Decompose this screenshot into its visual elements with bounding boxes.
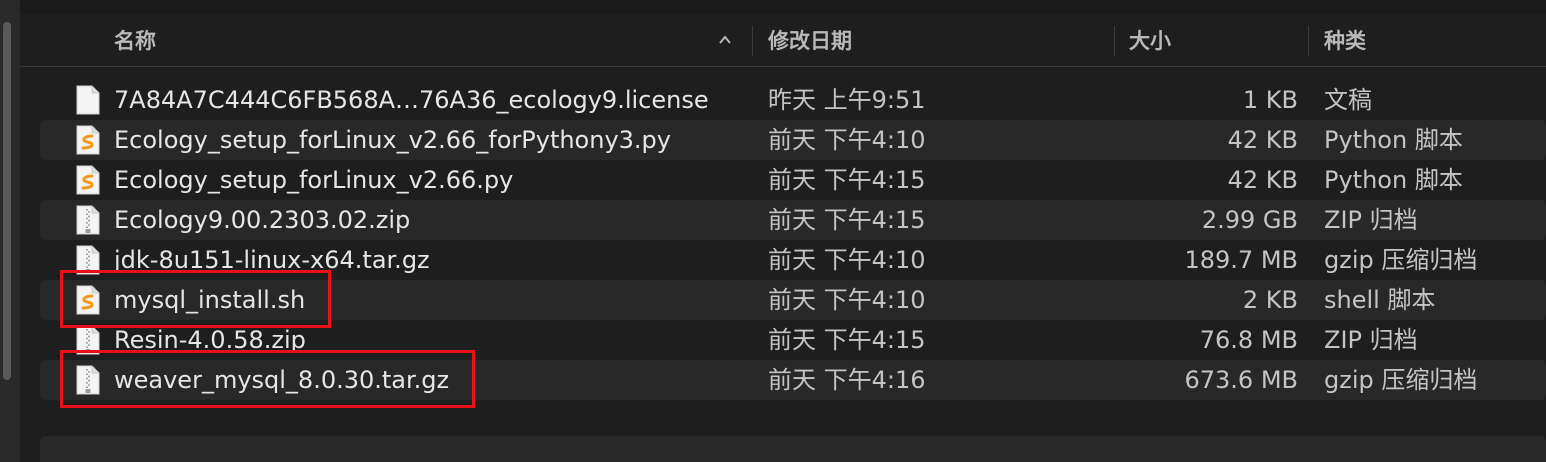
file-modified-date: 前天 下午4:10 xyxy=(768,246,926,274)
file-size: 673.6 MB xyxy=(1184,366,1298,394)
sort-ascending-chevron-icon[interactable] xyxy=(718,33,732,47)
file-kind: ZIP 归档 xyxy=(1324,206,1418,234)
document-icon xyxy=(76,85,100,115)
column-header: 名称 修改日期 大小 种类 xyxy=(20,16,1546,67)
file-name: Ecology9.00.2303.02.zip xyxy=(114,206,411,234)
column-header-date[interactable]: 修改日期 xyxy=(768,16,852,66)
file-modified-date: 前天 下午4:10 xyxy=(768,126,926,154)
file-modified-date: 前天 下午4:15 xyxy=(768,206,926,234)
file-kind: gzip 压缩归档 xyxy=(1324,366,1478,394)
highlight-box xyxy=(60,270,332,328)
file-size: 42 KB xyxy=(1227,166,1298,194)
file-row[interactable]: Ecology9.00.2303.02.zip 前天 下午4:15 2.99 GB Z… xyxy=(40,200,1546,240)
column-divider[interactable] xyxy=(1308,26,1309,56)
file-modified-date: 前天 下午4:15 xyxy=(768,166,926,194)
file-kind: shell 脚本 xyxy=(1324,286,1436,314)
highlight-box xyxy=(60,350,476,408)
file-row[interactable]: Ecology_setup_forLinux_v2.66.py 前天 下午4:15… xyxy=(40,160,1546,200)
scrollbar-thumb[interactable] xyxy=(3,22,11,380)
finder-window: 名称 修改日期 大小 种类 7A84A7C444C6FB568A…76A36_e… xyxy=(0,0,1546,462)
file-kind: Python 脚本 xyxy=(1324,166,1463,194)
file-name: 7A84A7C444C6FB568A…76A36_ecology9.licens… xyxy=(114,86,709,114)
file-kind: gzip 压缩归档 xyxy=(1324,246,1478,274)
file-size: 2 KB xyxy=(1242,286,1298,314)
file-kind: 文稿 xyxy=(1324,86,1372,114)
file-modified-date: 前天 下午4:15 xyxy=(768,326,926,354)
column-divider[interactable] xyxy=(1114,26,1115,56)
file-kind: ZIP 归档 xyxy=(1324,326,1418,354)
column-header-size[interactable]: 大小 xyxy=(1129,16,1171,66)
file-size: 1 KB xyxy=(1242,86,1298,114)
script-file-icon xyxy=(76,165,100,195)
file-kind: Python 脚本 xyxy=(1324,126,1463,154)
file-modified-date: 前天 下午4:10 xyxy=(768,286,926,314)
top-strip xyxy=(20,0,1546,14)
column-header-name[interactable]: 名称 xyxy=(114,16,156,66)
column-divider[interactable] xyxy=(752,26,753,56)
file-modified-date: 昨天 上午9:51 xyxy=(768,86,926,114)
file-name: Ecology_setup_forLinux_v2.66_forPythony3… xyxy=(114,126,671,154)
file-size: 76.8 MB xyxy=(1199,326,1298,354)
archive-file-icon xyxy=(76,205,100,235)
file-size: 189.7 MB xyxy=(1184,246,1298,274)
empty-list-area xyxy=(40,436,1546,462)
file-row[interactable]: Ecology_setup_forLinux_v2.66_forPythony3… xyxy=(40,120,1546,160)
left-gutter xyxy=(0,0,20,462)
file-size: 42 KB xyxy=(1227,126,1298,154)
file-size: 2.99 GB xyxy=(1201,206,1298,234)
script-file-icon xyxy=(76,125,100,155)
file-modified-date: 前天 下午4:16 xyxy=(768,366,926,394)
file-row[interactable]: 7A84A7C444C6FB568A…76A36_ecology9.licens… xyxy=(40,80,1546,120)
column-header-kind[interactable]: 种类 xyxy=(1324,16,1366,66)
file-name: Ecology_setup_forLinux_v2.66.py xyxy=(114,166,514,194)
